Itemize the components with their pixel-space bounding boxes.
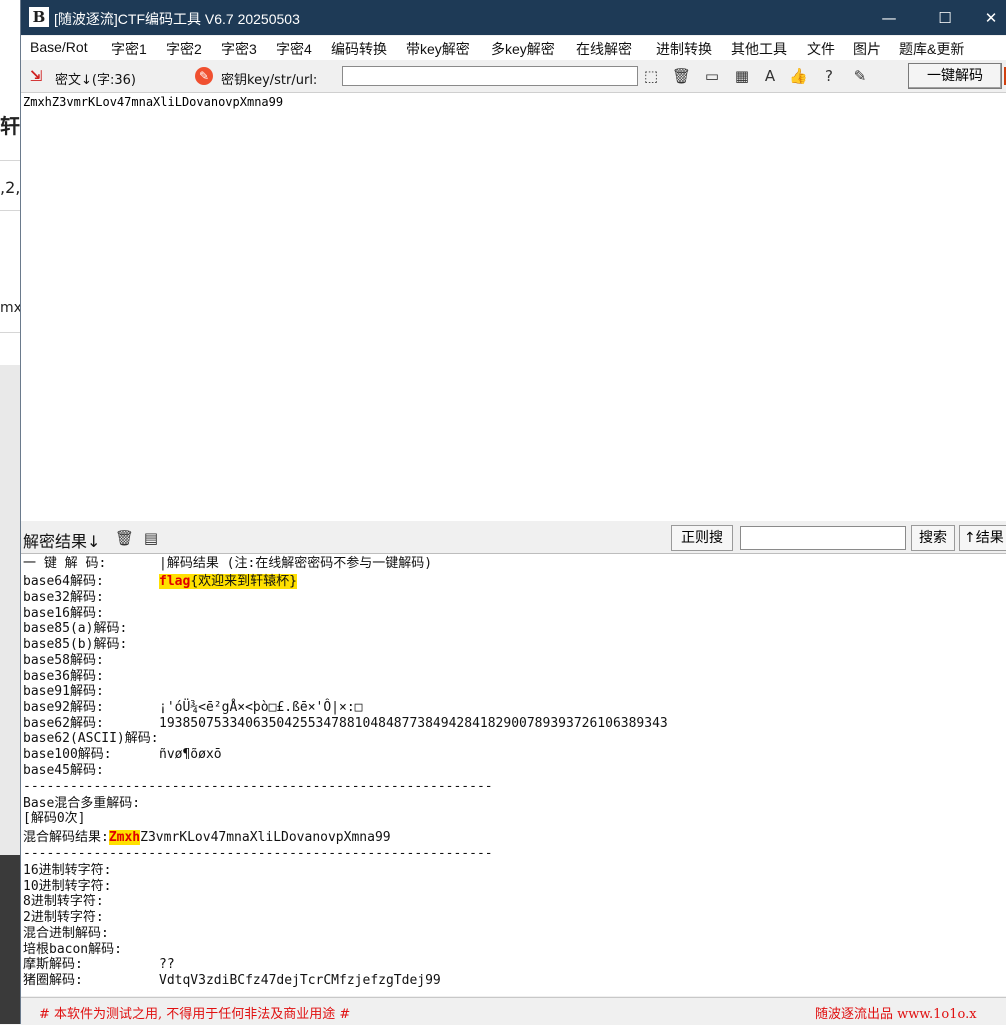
menu-char-cipher-4[interactable]: 字密4 <box>276 39 312 59</box>
font-icon[interactable]: A <box>761 67 779 85</box>
menu-multi-key-decrypt[interactable]: 多key解密 <box>491 39 555 59</box>
import-icon[interactable]: ⇲ <box>27 67 45 85</box>
copy-icon[interactable]: ▤ <box>142 529 160 547</box>
result-row-label: base36解码: <box>23 668 104 684</box>
result-row-label: base32解码: <box>23 590 104 605</box>
flag-content: {欢迎来到轩辕杯} <box>190 574 297 589</box>
status-credit[interactable]: 随波逐流出品 www.1o1o.x <box>815 1003 977 1022</box>
menu-file[interactable]: 文件 <box>807 39 835 59</box>
menu-char-cipher-2[interactable]: 字密2 <box>166 39 202 59</box>
result-row-value: ñvø¶õøxō <box>159 747 222 762</box>
menu-char-cipher-1[interactable]: 字密1 <box>111 39 147 59</box>
menu-key-decrypt[interactable]: 带key解密 <box>406 39 470 59</box>
result-row-label: base100解码: <box>23 747 112 762</box>
result-row-label: base85(b)解码: <box>23 637 128 653</box>
result-row-label: 混合进制解码: <box>23 925 109 941</box>
minimize-button[interactable]: — <box>869 6 909 30</box>
menu-base-rot[interactable]: Base/Rot <box>30 39 88 55</box>
app-logo: B <box>29 7 49 27</box>
result-row-value: VdtqV3zdiBCfz47dejTcrCMfzjefzgTdej99 <box>159 972 441 988</box>
menu-bar: Base/Rot 字密1 字密2 字密3 字密4 编码转换 带key解密 多ke… <box>21 36 1006 60</box>
background-taskbar <box>0 855 20 1024</box>
mixed-decode-title: Base混合多重解码: <box>23 796 141 811</box>
flag-highlight: flag <box>159 574 191 589</box>
result-row-value: ¡'óÜ¾<ē²gÅ×<þò□£.ßē×'Ô|×:□ <box>159 699 363 715</box>
calculator-icon[interactable]: ▦ <box>733 67 751 85</box>
result-row-label: base92解码: <box>23 699 104 715</box>
one-click-decode-button[interactable]: 一键解码 <box>908 63 1002 89</box>
result-row-label: 8进制转字符: <box>23 894 104 910</box>
trash-icon[interactable]: 🗑 <box>672 67 691 85</box>
result-header-value: |解码结果 (注:在线解密密码不参与一键解码) <box>159 556 433 571</box>
toolbar: ⇲ 密文↓(字:36) ✎ 密钥key/str/url: ⬚ 🗑 ▭ ▦ A 👍… <box>21 61 1006 93</box>
help-icon[interactable]: ? <box>820 67 838 85</box>
result-row-value: ?? <box>159 957 175 973</box>
edit-icon[interactable]: ✎ <box>851 67 869 85</box>
mixed-result-highlight: Zmxh <box>108 830 141 845</box>
results-textarea[interactable]: 一 键 解 码: |解码结果 (注:在线解密密码不参与一键解码) base64解… <box>21 554 1006 996</box>
key-label: 密钥key/str/url: <box>221 73 318 88</box>
results-divider: ----------------------------------------… <box>23 779 493 794</box>
result-row-label: base64解码: <box>23 574 104 589</box>
title-bar[interactable]: B [随波逐流]CTF编码工具 V6.7 20250503 — ☐ ✕ <box>21 0 1006 35</box>
background-divider <box>0 210 20 211</box>
result-row-label: base58解码: <box>23 652 104 668</box>
result-bar: 解密结果↓ 🗑 ▤ 正则搜 搜索 ↑结果 <box>21 522 1006 554</box>
regex-search-button[interactable]: 正则搜 <box>671 525 733 551</box>
result-row-value: flag{欢迎来到轩辕杯} <box>159 574 297 589</box>
background-text: mx <box>0 300 22 316</box>
mixed-decode-count: [解码0次] <box>23 811 86 826</box>
result-row-label: 16进制转字符: <box>23 863 112 878</box>
result-row-label: 猪圈解码: <box>23 972 83 988</box>
thumbs-up-icon[interactable]: 👍 <box>789 67 808 85</box>
menu-encoding-convert[interactable]: 编码转换 <box>331 39 387 59</box>
mixed-decode-result: 混合解码结果:ZmxhZ3vmrKLov47mnaXliLDovanovpXmn… <box>23 830 391 845</box>
menu-base-conversion[interactable]: 进制转换 <box>656 39 712 59</box>
result-header-label: 一 键 解 码: <box>23 556 107 571</box>
cursor-select-icon[interactable]: ⬚ <box>642 67 660 85</box>
app-window: B [随波逐流]CTF编码工具 V6.7 20250503 — ☐ ✕ Base… <box>20 0 1006 1025</box>
window-title: [随波逐流]CTF编码工具 V6.7 20250503 <box>54 11 300 27</box>
terminal-icon[interactable]: ▭ <box>703 67 721 85</box>
result-row-label: base16解码: <box>23 605 104 621</box>
result-row-label: base62(ASCII)解码: <box>23 731 159 747</box>
result-row-label: base85(a)解码: <box>23 621 128 637</box>
menu-library-update[interactable]: 题库&更新 <box>899 39 964 59</box>
result-row-label: 2进制转字符: <box>23 910 104 926</box>
mixed-result-rest: Z3vmrKLov47mnaXliLDovanovpXmna99 <box>140 830 391 845</box>
result-label: 解密结果↓ <box>23 532 101 551</box>
background-text: 轩 <box>0 114 20 138</box>
background-text: ,2, <box>0 178 21 197</box>
maximize-button[interactable]: ☐ <box>925 6 965 30</box>
result-row-label: 培根bacon解码: <box>23 941 122 957</box>
cipher-text: ZmxhZ3vmrKLov47mnaXliLDovanovpXmna99 <box>23 95 284 109</box>
result-row-label: base45解码: <box>23 762 104 778</box>
result-row-value: 1938507533406350425534788104848773849428… <box>159 715 668 731</box>
results-divider: ----------------------------------------… <box>23 846 493 861</box>
mixed-result-label: 混合解码结果: <box>23 830 109 845</box>
search-button[interactable]: 搜索 <box>911 525 955 551</box>
background-divider <box>0 332 20 333</box>
menu-online-decrypt[interactable]: 在线解密 <box>576 39 632 59</box>
menu-other-tools[interactable]: 其他工具 <box>731 39 787 59</box>
menu-char-cipher-3[interactable]: 字密3 <box>221 39 257 59</box>
result-row-label: base91解码: <box>23 684 104 700</box>
key-input[interactable] <box>342 66 638 86</box>
result-row-label: base62解码: <box>23 715 104 731</box>
result-row-label: 10进制转字符: <box>23 878 112 894</box>
cipher-label: 密文↓(字:36) <box>55 73 136 88</box>
search-input[interactable] <box>740 526 906 550</box>
erase-icon[interactable]: ✎ <box>195 67 213 85</box>
result-row-label: 摩斯解码: <box>23 957 83 973</box>
close-button[interactable]: ✕ <box>971 6 1006 30</box>
status-disclaimer: # 本软件为测试之用, 不得用于任何非法及商业用途 # <box>39 1007 351 1022</box>
background-shade <box>0 365 20 855</box>
trash-icon[interactable]: 🗑 <box>115 529 134 547</box>
cipher-textarea[interactable]: ZmxhZ3vmrKLov47mnaXliLDovanovpXmna99 <box>21 93 1006 521</box>
result-to-cipher-button[interactable]: ↑结果 <box>959 525 1006 551</box>
status-bar: # 本软件为测试之用, 不得用于任何非法及商业用途 # 随波逐流出品 www.1… <box>21 997 1006 1025</box>
menu-image[interactable]: 图片 <box>853 39 881 59</box>
background-divider <box>0 160 20 161</box>
